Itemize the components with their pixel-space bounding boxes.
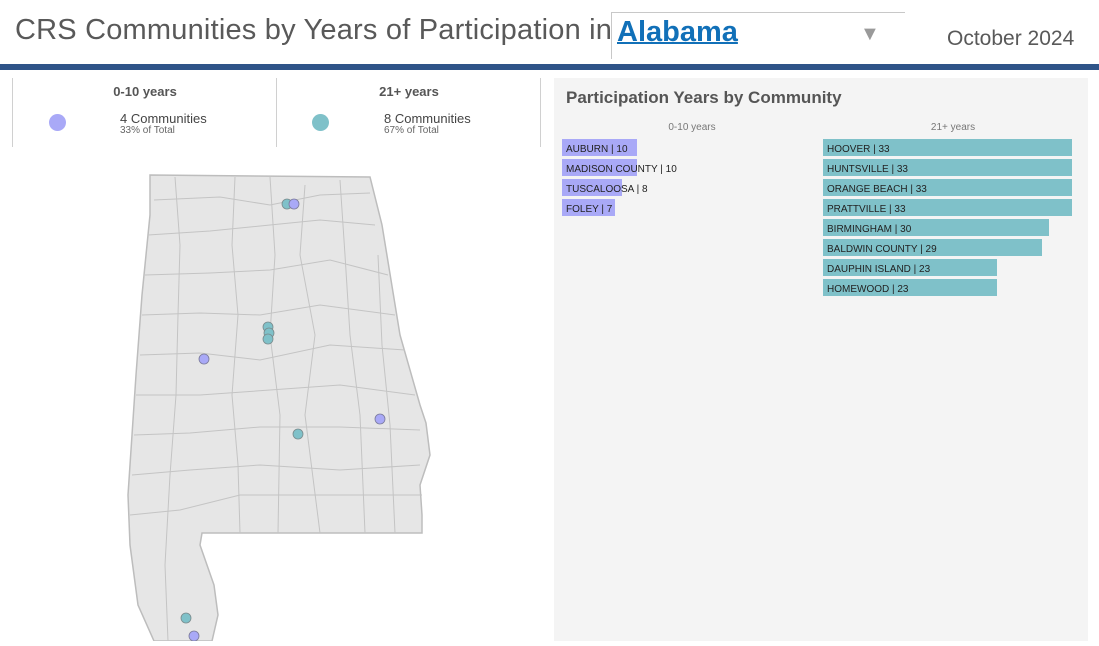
kpi-21-plus-years: 21+ years 8 Communities 67% of Total: [276, 78, 541, 147]
map-point-prattville[interactable]: [292, 428, 304, 440]
kpi-heading: 21+ years: [379, 84, 439, 99]
legend-dot-icon: [312, 114, 329, 131]
alabama-map[interactable]: [120, 165, 440, 642]
state-select-value[interactable]: Alabama: [617, 16, 738, 49]
map-point-tuscaloosa[interactable]: [198, 353, 210, 365]
map-point-auburn[interactable]: [374, 413, 386, 425]
bar-label: BIRMINGHAM | 30: [827, 224, 912, 235]
header-rule: [0, 64, 1099, 70]
kpi-count: 8 Communities: [384, 111, 471, 126]
bar-label: DAUPHIN ISLAND | 23: [827, 264, 931, 275]
kpi-divider: [540, 78, 541, 147]
report-date: October 2024: [947, 27, 1075, 50]
state-select[interactable]: Alabama ▼: [611, 12, 905, 59]
legend-dot-icon: [49, 114, 66, 131]
map-point-homewood[interactable]: [262, 333, 274, 345]
kpi-percent: 67% of Total: [384, 125, 439, 136]
kpi-heading: 0-10 years: [113, 84, 177, 99]
map-point-madison-county[interactable]: [288, 198, 300, 210]
bar-label: AUBURN | 10: [566, 144, 628, 155]
bar-label: PRATTVILLE | 33: [827, 204, 906, 215]
map-point-baldwin-county[interactable]: [180, 612, 192, 624]
bar-label: FOLEY | 7: [566, 204, 613, 215]
dropdown-arrow-icon[interactable]: ▼: [860, 23, 880, 46]
bar-label: ORANGE BEACH | 33: [827, 184, 927, 195]
bar-label: BALDWIN COUNTY | 29: [827, 244, 937, 255]
participation-chart-panel: Participation Years by Community 0-10 ye…: [554, 78, 1088, 641]
chart-title: Participation Years by Community: [566, 88, 842, 107]
bar-label: MADISON COUNTY | 10: [566, 164, 677, 175]
map-svg: [127, 174, 431, 642]
bar-label: HOMEWOOD | 23: [827, 284, 909, 295]
map-point-foley[interactable]: [188, 630, 200, 642]
bar-label: HOOVER | 33: [827, 144, 890, 155]
bar-label: HUNTSVILLE | 33: [827, 164, 908, 175]
column-header-21-plus: 21+ years: [930, 122, 976, 133]
column-header-0-10: 0-10 years: [668, 122, 716, 133]
bar-label: TUSCALOOSA | 8: [566, 184, 648, 195]
kpi-percent: 33% of Total: [120, 125, 175, 136]
kpi-count: 4 Communities: [120, 111, 207, 126]
kpi-0-10-years: 0-10 years 4 Communities 33% of Total: [12, 78, 277, 147]
page-title: CRS Communities by Years of Participatio…: [15, 14, 613, 46]
